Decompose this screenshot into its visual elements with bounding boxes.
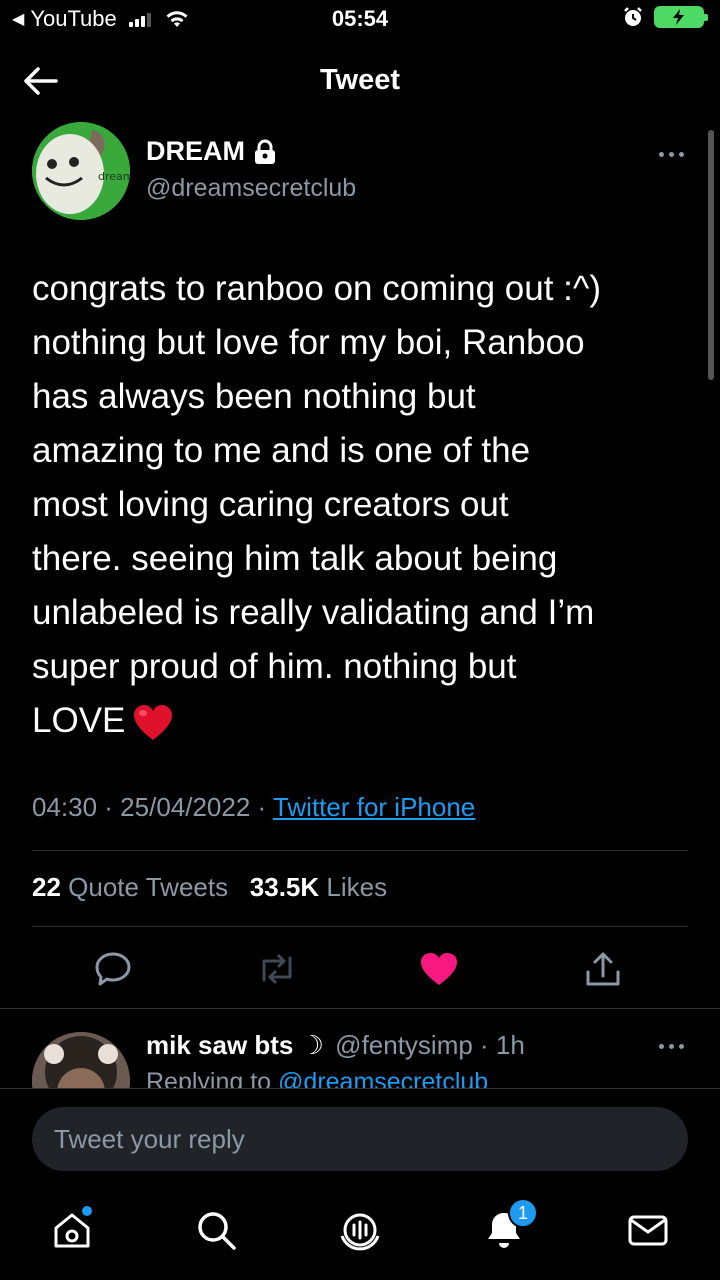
tweet-line: unlabeled is really validating and I’m (32, 593, 595, 632)
tweet-line: has always been nothing but (32, 377, 476, 416)
more-options-icon[interactable] (654, 144, 688, 164)
replying-to-link[interactable]: @dreamsecretclub (278, 1068, 488, 1090)
tweet-stats: 22 Quote Tweets 33.5K Likes (32, 872, 387, 903)
likes-label[interactable]: Likes (326, 872, 387, 902)
spaces-icon (340, 1213, 380, 1251)
reply-more-options-icon[interactable] (654, 1036, 688, 1056)
dream-mask-icon: dream (32, 122, 130, 220)
svg-text:dream: dream (98, 170, 130, 183)
tab-home[interactable] (50, 1206, 94, 1252)
reply-icon (95, 952, 131, 986)
tweet-line: super proud of him. nothing but (32, 647, 517, 686)
tweet-meta: 04:30 · 25/04/2022 · Twitter for iPhone (32, 792, 475, 823)
tweet-source-link[interactable]: Twitter for iPhone (273, 792, 475, 822)
retweet-icon (262, 954, 292, 984)
share-button[interactable] (582, 948, 624, 990)
tweet-timestamp: 04:30 · 25/04/2022 · (32, 792, 267, 822)
reply-button[interactable] (92, 948, 134, 990)
tab-bar: 1 (0, 1190, 720, 1280)
clock: 05:54 (331, 6, 389, 31)
tweet-line: there. seeing him talk about being (32, 539, 558, 578)
replying-to-prefix: Replying to (146, 1068, 272, 1090)
mail-icon (628, 1215, 668, 1246)
lock-icon (255, 139, 275, 164)
tweet-actions (0, 948, 720, 990)
replying-to: Replying to @dreamsecretclub (146, 1068, 488, 1090)
reply-input[interactable] (32, 1107, 688, 1171)
quote-count[interactable]: 22 (32, 872, 61, 902)
author-display-name: DREAM (146, 136, 245, 166)
tweet-text: congrats to ranboo on coming out :^) not… (32, 262, 702, 748)
page-title: Tweet (319, 64, 401, 96)
red-heart-emoji-icon (134, 704, 173, 740)
nav-header: Tweet (0, 52, 720, 112)
divider (0, 1008, 720, 1009)
search-icon (198, 1212, 236, 1250)
tweet-line: LOVE (32, 701, 126, 740)
status-bar: ◀ YouTube 05:54 (0, 0, 720, 44)
author-handle[interactable]: @dreamsecretclub (146, 174, 356, 203)
like-button[interactable] (418, 948, 460, 990)
heart-filled-icon (421, 953, 457, 985)
battery-icon (654, 6, 708, 28)
share-icon (586, 952, 620, 986)
notification-badge: 1 (508, 1198, 538, 1228)
tweet-line: nothing but love for my boi, Ranboo (32, 323, 585, 362)
author-name[interactable]: DREAM (146, 136, 277, 167)
alarm-icon (624, 7, 642, 26)
tweet-line: congrats to ranboo on coming out :^) (32, 269, 601, 308)
author-avatar[interactable]: dream (32, 122, 130, 220)
reply-composer (0, 1088, 720, 1188)
divider (32, 850, 688, 851)
tab-spaces[interactable] (338, 1208, 382, 1252)
divider (32, 926, 688, 927)
tweet-line: most loving caring creators out (32, 485, 509, 524)
retweet-button[interactable] (256, 948, 298, 990)
tweet-line: amazing to me and is one of the (32, 431, 531, 470)
quote-label[interactable]: Quote Tweets (68, 872, 228, 902)
scrollbar[interactable] (708, 130, 714, 380)
tweet-line-last: LOVE (32, 694, 702, 748)
reply-author[interactable]: mik saw bts ☽ @fentysimp · 1h (146, 1030, 525, 1061)
home-unread-dot (82, 1206, 92, 1216)
tab-messages[interactable] (626, 1208, 670, 1252)
tab-notifications[interactable]: 1 (482, 1198, 538, 1252)
reply-author-handle: @fentysimp · 1h (335, 1030, 525, 1060)
tab-search[interactable] (194, 1208, 238, 1252)
reply-author-name: mik saw bts ☽ (146, 1030, 324, 1060)
likes-count[interactable]: 33.5K (250, 872, 319, 902)
